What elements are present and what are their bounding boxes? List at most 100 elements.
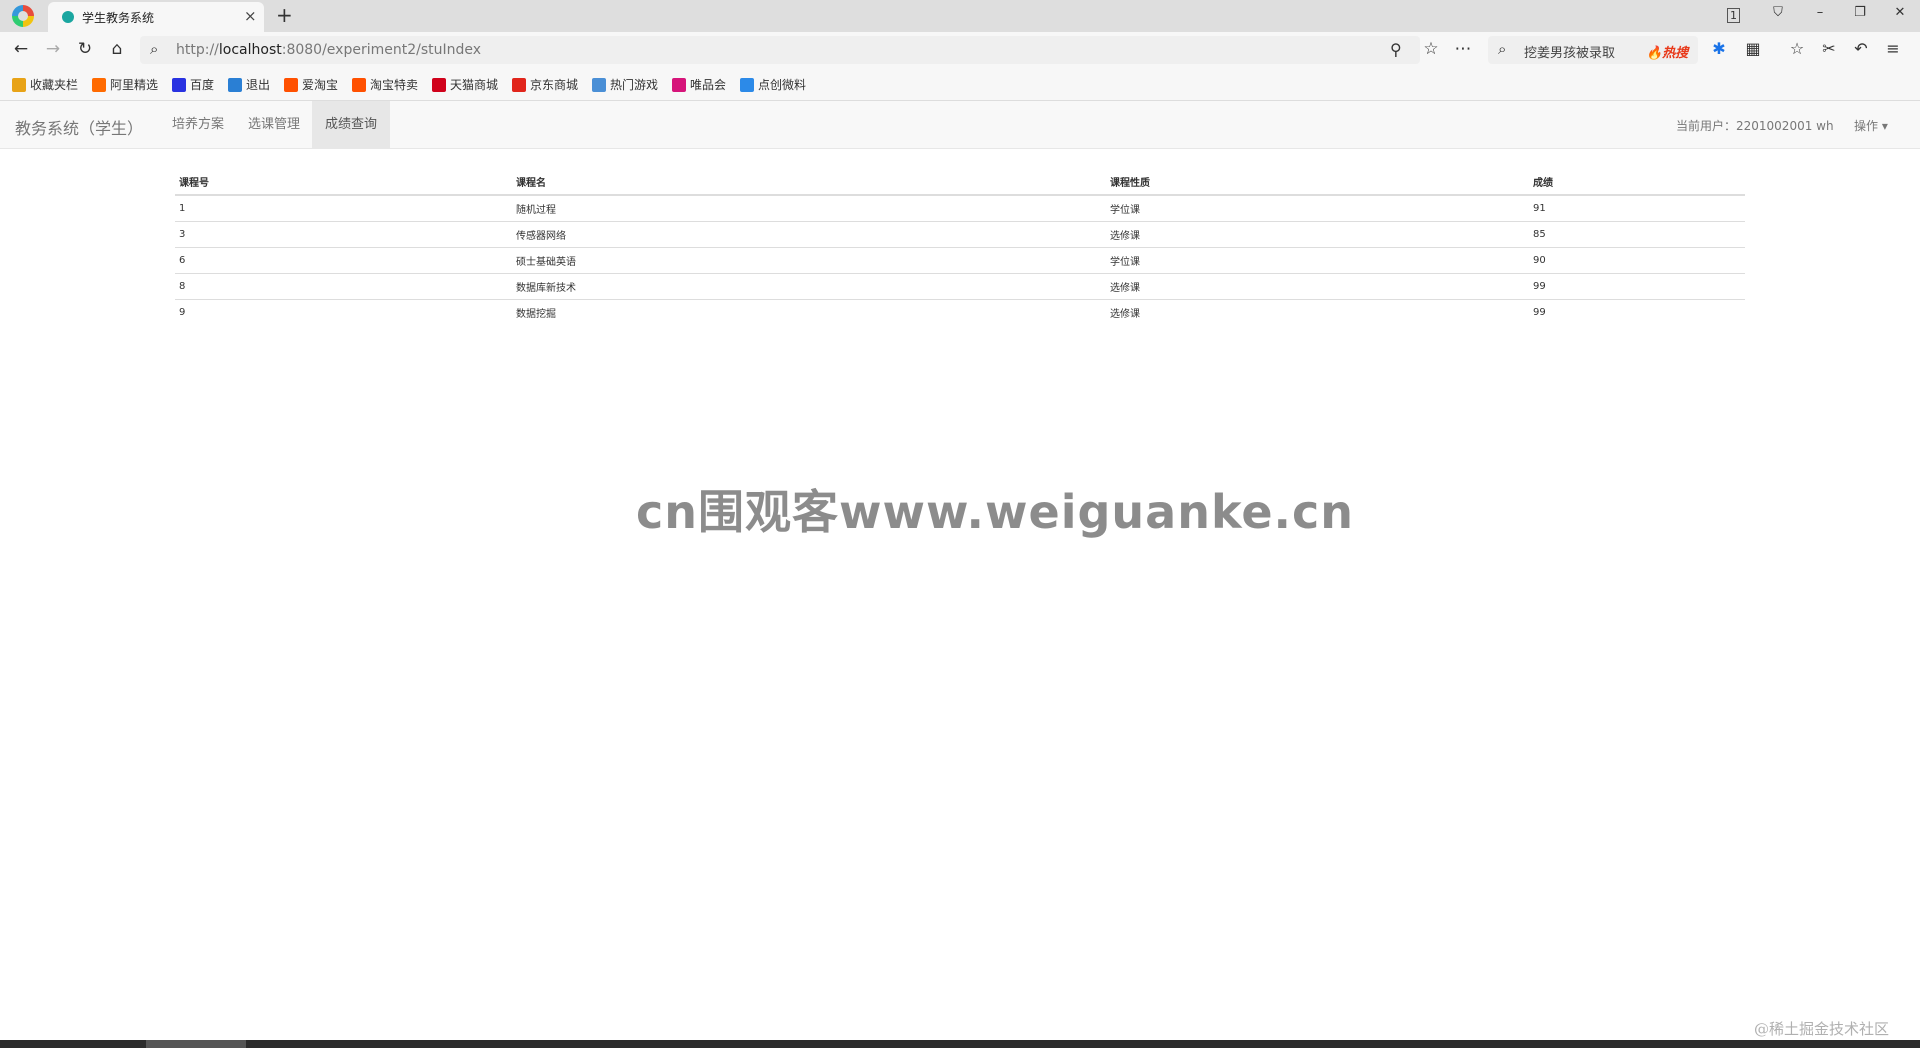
sidebar-search-icon: ⌕ — [1498, 40, 1507, 58]
tab-title: 学生教务系统 — [82, 11, 155, 25]
bookmark-icon — [172, 77, 186, 92]
more-icon[interactable]: ⋯ — [1452, 39, 1474, 59]
taskbar-item[interactable] — [146, 1040, 246, 1048]
apps-grid-icon[interactable]: ▦ — [1742, 39, 1764, 58]
grades-table: 课程号 课程名 课程性质 成绩 1 随机过程 学位课 91 3 传感器网络 选修课 85 6 硕士… — [175, 169, 1745, 325]
cell-course-name: 传感器网络 — [512, 221, 1106, 248]
bookmark-icon — [432, 77, 446, 92]
browser-logo-icon — [12, 5, 34, 27]
bookmark-item[interactable]: 退出 — [228, 76, 270, 93]
operation-dropdown[interactable]: 操作 ▾ — [1854, 117, 1888, 134]
table-row: 3 传感器网络 选修课 85 — [175, 221, 1745, 248]
bookmark-item[interactable]: 点创微料 — [740, 76, 806, 93]
header-course-id: 课程号 — [175, 169, 512, 196]
tab-count-icon[interactable]: 1 — [1727, 8, 1740, 23]
bookmark-label: 京东商城 — [530, 78, 579, 92]
bookmark-item[interactable]: 阿里精选 — [92, 76, 158, 93]
current-user: 当前用户：2201002001 wh — [1676, 119, 1834, 133]
favorites-icon[interactable]: ☆ — [1786, 39, 1808, 58]
bookmark-item[interactable]: 唯品会 — [672, 76, 726, 93]
menu-icon[interactable]: ≡ — [1882, 39, 1904, 58]
bookmark-item[interactable]: 天猫商城 — [432, 76, 498, 93]
skin-icon[interactable]: ⛉ — [1766, 5, 1790, 20]
table-row: 1 随机过程 学位课 91 — [175, 194, 1745, 222]
bookmark-item[interactable]: 京东商城 — [512, 76, 578, 93]
bookmark-item[interactable]: 收藏夹栏 — [12, 76, 78, 93]
bookmark-label: 退出 — [246, 78, 271, 92]
bookmark-label: 淘宝特卖 — [370, 78, 419, 92]
corner-watermark: @稀土掘金技术社区 — [1754, 1020, 1890, 1038]
table-header-row: 课程号 课程名 课程性质 成绩 — [175, 169, 1745, 196]
cell-course-type: 选修课 — [1106, 299, 1529, 325]
cell-grade: 91 — [1529, 194, 1745, 222]
bookmark-icon — [284, 77, 298, 92]
restore-button[interactable]: ❐ — [1848, 5, 1872, 20]
bookmark-label: 爱淘宝 — [302, 78, 339, 92]
app-brand[interactable]: 教务系统（学生） — [15, 115, 143, 139]
bookmark-icon — [672, 77, 686, 92]
bookmark-label: 天猫商城 — [450, 78, 499, 92]
bookmark-star-icon[interactable]: ☆ — [1420, 39, 1442, 59]
bookmark-item[interactable]: 淘宝特卖 — [352, 76, 418, 93]
bookmark-label: 点创微料 — [758, 78, 807, 92]
header-course-name: 课程名 — [512, 169, 1106, 196]
sidebar-search-box[interactable]: ⌕ 挖姜男孩被录取 🔥热搜 — [1488, 36, 1698, 64]
bookmark-label: 唯品会 — [690, 78, 727, 92]
tab-favicon-icon — [62, 11, 74, 23]
bookmark-icon — [228, 77, 242, 92]
new-tab-button[interactable]: + — [276, 3, 293, 27]
hot-search-label[interactable]: 🔥热搜 — [1646, 42, 1688, 61]
header-grade: 成绩 — [1529, 169, 1745, 196]
browser-tab[interactable]: 学生教务系统 × — [48, 2, 264, 32]
cell-course-type: 学位课 — [1106, 247, 1529, 274]
cell-grade: 85 — [1529, 221, 1745, 248]
bookmark-icon — [352, 77, 366, 92]
table-row: 6 硕士基础英语 学位课 90 — [175, 247, 1745, 274]
address-url[interactable]: http://localhost:8080/experiment2/stuInd… — [176, 42, 481, 58]
cell-course-type: 选修课 — [1106, 221, 1529, 248]
table-row: 9 数据挖掘 选修课 99 — [175, 299, 1745, 325]
cell-course-id: 3 — [175, 221, 512, 248]
cell-course-name: 硕士基础英语 — [512, 247, 1106, 274]
tab-close-icon[interactable]: × — [244, 7, 257, 25]
bookmark-icon — [740, 77, 754, 92]
bookmark-label: 收藏夹栏 — [30, 78, 79, 92]
cell-course-name: 数据挖掘 — [512, 299, 1106, 325]
cell-course-name: 数据库新技术 — [512, 273, 1106, 300]
zoom-icon[interactable]: ⚲ — [1390, 40, 1402, 59]
minimize-button[interactable]: – — [1808, 5, 1832, 20]
cell-course-id: 6 — [175, 247, 512, 274]
app-navbar: 教务系统（学生） 培养方案 选课管理 成绩查询 当前用户：2201002001 … — [0, 101, 1920, 149]
sidebar-search-text: 挖姜男孩被录取 — [1524, 46, 1616, 61]
bookmark-item[interactable]: 热门游戏 — [592, 76, 658, 93]
forward-icon[interactable]: → — [42, 39, 64, 59]
cell-course-type: 选修课 — [1106, 273, 1529, 300]
bookmark-item[interactable]: 百度 — [172, 76, 214, 93]
address-search-icon: ⌕ — [150, 40, 159, 58]
table-row: 8 数据库新技术 选修课 99 — [175, 273, 1745, 300]
nav-training-plan[interactable]: 培养方案 — [159, 101, 237, 148]
home-icon[interactable]: ⌂ — [106, 39, 128, 59]
extension-icon[interactable]: ✱ — [1708, 39, 1730, 58]
cell-grade: 99 — [1529, 273, 1745, 300]
reload-icon[interactable]: ↻ — [74, 39, 96, 59]
bookmark-icon — [592, 77, 606, 92]
screenshot-icon[interactable]: ✂ — [1818, 39, 1840, 58]
nav-grade-query[interactable]: 成绩查询 — [312, 101, 391, 148]
browser-navbar: ← → ↻ ⌂ ⌕ http://localhost:8080/experime… — [0, 32, 1920, 68]
nav-course-selection[interactable]: 选课管理 — [235, 101, 313, 148]
bookmark-label: 热门游戏 — [610, 78, 659, 92]
undo-icon[interactable]: ↶ — [1850, 39, 1872, 58]
cell-course-id: 1 — [175, 194, 512, 222]
bookmark-icon — [92, 77, 106, 92]
cell-course-id: 9 — [175, 299, 512, 325]
back-icon[interactable]: ← — [10, 39, 32, 59]
address-bar[interactable]: ⌕ http://localhost:8080/experiment2/stuI… — [140, 36, 1420, 64]
cell-course-name: 随机过程 — [512, 194, 1106, 222]
close-window-button[interactable]: ✕ — [1888, 5, 1912, 20]
bookmarks-bar: 收藏夹栏 阿里精选 百度 退出 爱淘宝 淘宝特卖 天猫商城 京东商城 热门游戏 唯品会 点创微料 — [0, 68, 1920, 101]
bookmark-icon — [512, 77, 526, 92]
bookmark-item[interactable]: 爱淘宝 — [284, 76, 338, 93]
cell-grade: 99 — [1529, 299, 1745, 325]
header-course-type: 课程性质 — [1106, 169, 1529, 196]
